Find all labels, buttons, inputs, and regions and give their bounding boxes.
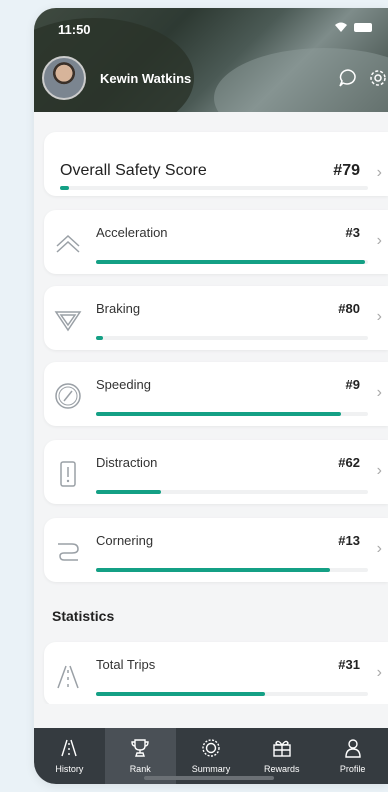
metric-card-braking[interactable]: Braking #80 › [44,286,388,350]
chevron-right-icon: › [376,462,382,479]
rank-content: Overall Safety Score #79 › Acceleration … [34,112,388,704]
chevron-right-icon: › [376,164,382,181]
metric-progress-track [96,568,368,572]
phone-screen: 11:50 Kewin Watkins Overall Safety Score… [34,8,388,784]
metric-progress-fill [96,490,162,494]
metric-progress-fill [96,336,103,340]
metric-progress-fill [96,568,330,572]
stat-progress-track [96,692,368,696]
overall-rank: #79 [333,162,360,179]
metric-card-distraction[interactable]: Distraction #62 › [44,440,388,504]
gear-icon[interactable] [368,68,388,88]
metric-progress-track [96,260,368,264]
metric-rank: #62 [338,455,360,470]
stat-card-total-trips[interactable]: Total Trips #31 › [44,642,388,704]
overall-progress-fill [60,186,70,190]
metric-rank: #3 [345,225,360,240]
chevron-right-icon: › [376,664,382,681]
triangle-down-icon [54,311,82,332]
status-time: 11:50 [58,22,91,37]
tab-label: History [55,764,84,774]
tab-label: Summary [191,764,231,774]
home-indicator [144,776,274,780]
statistics-heading: Statistics [52,608,115,624]
metric-progress-fill [96,412,341,416]
chevron-right-icon: › [376,540,382,557]
metric-progress-track [96,336,368,340]
metric-rank: #80 [338,301,360,316]
gift-icon [273,740,291,757]
tab-history[interactable]: History [34,728,105,784]
stat-rank: #31 [338,657,360,672]
metric-card-speeding[interactable]: Speeding #9 › [44,362,388,426]
overall-label: Overall Safety Score [60,162,207,179]
road-icon [61,739,78,757]
metric-card-acceleration[interactable]: Acceleration #3 › [44,210,388,274]
metric-label: Cornering [96,533,154,548]
avatar[interactable] [42,56,86,100]
road-icon [57,665,79,689]
chat-icon[interactable] [338,68,358,88]
metric-rank: #9 [345,377,360,392]
status-icons [334,22,372,33]
chevrons-up-icon [56,234,80,253]
metric-label: Distraction [96,455,158,470]
battery-icon [354,23,372,32]
chevron-right-icon: › [376,384,382,401]
tab-label: Profile [339,764,366,774]
user-name: Kewin Watkins [100,71,192,86]
chevron-right-icon: › [376,308,382,325]
metric-progress-fill [96,260,366,264]
metric-label: Speeding [96,377,151,392]
metric-progress-track [96,412,368,416]
chevron-right-icon: › [376,232,382,249]
tab-profile[interactable]: Profile [317,728,388,784]
stat-progress-fill [96,692,265,696]
ring-icon [202,739,220,757]
metric-label: Acceleration [96,225,168,240]
header-background-water [214,48,388,112]
exclamation-box-icon [60,461,76,487]
curve-road-icon [58,543,79,561]
metric-rank: #13 [338,533,360,548]
bottom-tab-bar: History Rank Summary Rewards Profile [34,728,388,784]
wifi-icon [335,22,347,32]
trophy-icon [131,739,149,757]
tab-label: Rewards [264,764,300,774]
overall-progress-track [60,186,368,190]
stat-label: Total Trips [96,657,156,672]
overall-score-card[interactable]: Overall Safety Score #79 › [44,132,388,196]
metric-label: Braking [96,301,141,316]
tab-label: Rank [129,764,151,774]
person-icon [344,739,361,758]
speedometer-icon [55,383,81,409]
profile-header: 11:50 Kewin Watkins [34,8,388,112]
metric-progress-track [96,490,368,494]
metric-card-cornering[interactable]: Cornering #13 › [44,518,388,582]
